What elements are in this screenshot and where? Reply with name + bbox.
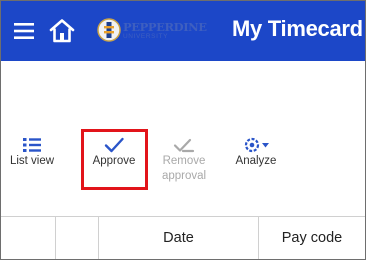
home-button[interactable] bbox=[47, 17, 77, 45]
pepperdine-logo: PEPPERDINE UNIVERSITY bbox=[97, 17, 237, 45]
university-seal-icon bbox=[97, 18, 121, 42]
analyze-label: Analyze bbox=[235, 155, 277, 167]
list-view-label: List view bbox=[9, 155, 55, 167]
logo-wordmark: PEPPERDINE bbox=[123, 20, 207, 34]
list-view-icon bbox=[23, 138, 41, 152]
list-view-button[interactable]: List view bbox=[1, 136, 67, 196]
column-header-pay-code[interactable]: Pay code bbox=[259, 217, 365, 259]
remove-approval-icon bbox=[173, 138, 195, 153]
remove-approval-label-line1: Remove bbox=[162, 155, 206, 167]
column-header-date[interactable]: Date bbox=[99, 217, 259, 259]
timecard-window: PEPPERDINE UNIVERSITY My Timecard List v… bbox=[0, 0, 366, 260]
home-icon bbox=[49, 19, 75, 43]
page-title: My Timecard bbox=[232, 16, 363, 41]
app-header: PEPPERDINE UNIVERSITY My Timecard bbox=[1, 1, 365, 61]
remove-approval-label-line2: approval bbox=[161, 170, 207, 182]
approve-highlight-box bbox=[81, 129, 148, 190]
remove-approval-button[interactable]: Remove approval bbox=[154, 136, 214, 196]
timecard-table-header: Date Pay code bbox=[1, 216, 365, 259]
hamburger-menu-icon bbox=[14, 23, 34, 39]
analyze-button[interactable]: Analyze bbox=[223, 136, 289, 196]
logo-subtitle: UNIVERSITY bbox=[123, 33, 169, 40]
analyze-gear-icon bbox=[244, 137, 269, 153]
column-header-indicator[interactable] bbox=[56, 217, 99, 259]
column-header-select[interactable] bbox=[1, 217, 56, 259]
menu-button[interactable] bbox=[14, 21, 38, 41]
